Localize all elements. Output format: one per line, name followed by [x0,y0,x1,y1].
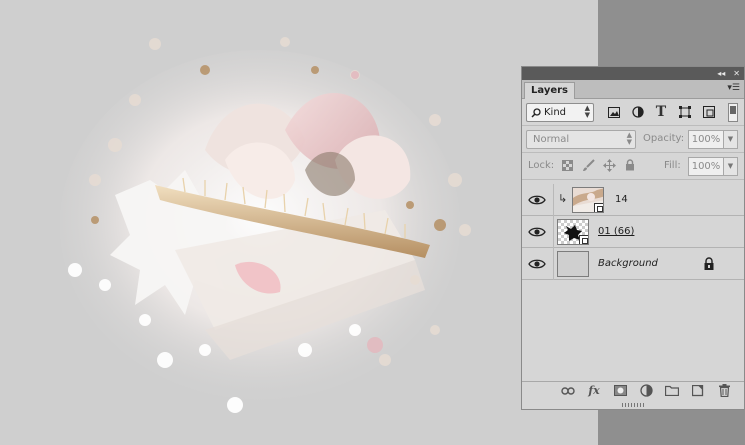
adjustment-filter-icon[interactable] [631,105,645,119]
artwork-image [60,37,471,413]
layers-list: ↳ 14 01 (66) Background [522,184,744,382]
add-mask-icon[interactable] [612,384,628,398]
smart-object-filter-icon[interactable] [702,105,716,119]
layer-row-01-66[interactable]: 01 (66) [522,216,744,248]
opacity-label: Opacity: [643,133,685,144]
eye-icon[interactable] [528,257,546,271]
layer-thumbnail [572,187,604,213]
blend-mode-value: Normal [533,134,570,145]
layers-panel-footer: fx [522,381,744,399]
tab-layers[interactable]: Layers [524,82,575,99]
trash-icon[interactable] [716,384,732,398]
layer-thumbnail [557,251,589,277]
opacity-input[interactable]: 100% [688,130,724,149]
new-layer-icon[interactable] [690,384,706,398]
lock-all-icon[interactable] [623,158,637,172]
chevron-updown-icon: ▲ ▼ [626,131,632,146]
type-filter-icon[interactable]: T [654,104,668,120]
new-group-icon[interactable] [664,384,680,398]
blend-mode-select[interactable]: Normal ▲ ▼ [526,130,636,149]
eye-icon[interactable] [528,193,546,207]
document-canvas[interactable] [0,0,598,445]
layer-row-background[interactable]: Background [522,248,744,280]
layer-name[interactable]: Background [598,258,658,269]
visibility-column-divider [553,216,554,248]
layer-row-14[interactable]: ↳ 14 [522,184,744,216]
filter-row: Kind ▲ ▼ T [522,99,744,126]
lock-image-pixels-icon[interactable] [581,158,595,172]
close-icon[interactable]: ✕ [733,69,740,78]
visibility-column-divider [553,248,554,280]
opacity-dropdown-icon[interactable]: ▼ [724,130,738,149]
filter-toggle-switch[interactable] [728,103,738,122]
pixel-filter-icon[interactable] [607,105,621,119]
adjustment-layer-icon[interactable] [638,384,654,398]
blend-row: Normal ▲ ▼ Opacity: 100% ▼ [522,126,744,153]
clipping-mask-icon: ↳ [558,192,568,205]
fill-input[interactable]: 100% [688,157,724,176]
panel-menu-icon[interactable]: ▾☰ [727,83,740,93]
fill-label: Fill: [664,160,681,171]
fill-dropdown-icon[interactable]: ▼ [724,157,738,176]
chevron-updown-icon: ▲ ▼ [584,104,590,119]
layers-panel: ◂◂ ✕ Layers ▾☰ Kind ▲ ▼ T Normal ▲ ▼ Opa… [521,66,745,410]
smart-object-badge-icon [579,235,588,244]
search-icon [531,107,541,118]
link-layers-icon[interactable] [560,384,576,398]
fx-icon[interactable]: fx [586,384,602,398]
lock-icon [704,257,714,270]
panel-resize-grip[interactable] [622,403,644,407]
layer-name[interactable]: 01 (66) [598,226,634,237]
shape-filter-icon[interactable] [678,105,692,119]
visibility-column-divider [553,184,554,216]
layer-name[interactable]: 14 [615,194,628,205]
lock-label: Lock: [528,160,555,171]
lock-row: Lock: Fill: 100% ▼ [522,153,744,180]
layer-thumbnail [557,219,589,245]
smart-object-badge-icon [594,203,603,212]
lock-transparent-pixels-icon[interactable] [560,158,574,172]
kind-filter-label: Kind [544,107,567,118]
panel-tab-bar: Layers ▾☰ [522,80,744,99]
lock-position-icon[interactable] [602,158,616,172]
eye-icon[interactable] [528,225,546,239]
double-chevron-left-icon[interactable]: ◂◂ [717,69,725,78]
panel-title-strip: ◂◂ ✕ [522,67,744,80]
kind-filter-select[interactable]: Kind ▲ ▼ [526,103,594,122]
